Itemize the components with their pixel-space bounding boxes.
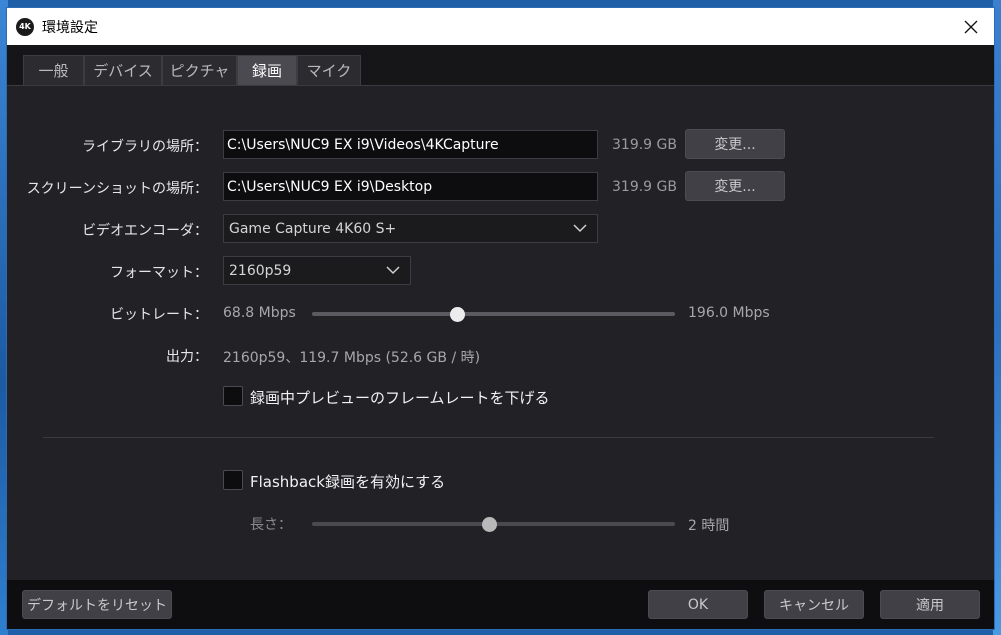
screenshot-change-button[interactable]: 変更... [685, 171, 785, 201]
library-free-space: 319.9 GB [612, 137, 677, 153]
bitrate-slider-thumb[interactable] [449, 307, 465, 322]
tab-picture[interactable]: ピクチャ [162, 55, 237, 85]
output-label: 出力： [166, 349, 208, 365]
bitrate-min-value: 68.8 Mbps [223, 305, 296, 321]
cancel-button[interactable]: キャンセル [764, 590, 864, 619]
close-icon [964, 20, 978, 33]
reduce-preview-framerate-checkbox[interactable] [223, 386, 243, 406]
apply-button[interactable]: 適用 [880, 590, 980, 619]
video-encoder-value: Game Capture 4K60 S+ [229, 220, 397, 237]
tab-device[interactable]: デバイス [84, 55, 162, 85]
desktop-background-right [993, 0, 1001, 635]
close-button[interactable] [948, 8, 994, 45]
video-encoder-select[interactable]: Game Capture 4K60 S+ [223, 214, 598, 243]
flashback-checkbox[interactable] [223, 470, 243, 490]
reduce-preview-framerate-label[interactable]: 録画中プレビューのフレームレートを下げる [250, 387, 550, 408]
screenshot-free-space: 319.9 GB [612, 179, 677, 195]
format-value: 2160p59 [229, 262, 292, 279]
screenshot-location-label: スクリーンショットの場所： [26, 181, 208, 197]
video-encoder-label: ビデオエンコーダ： [82, 223, 208, 239]
chevron-down-icon [573, 224, 587, 233]
ok-button[interactable]: OK [648, 590, 748, 619]
flashback-label[interactable]: Flashback録画を有効にする [250, 471, 445, 492]
output-value: 2160p59、119.7 Mbps (52.6 GB / 時) [223, 350, 481, 366]
tab-general[interactable]: 一般 [23, 55, 84, 85]
library-location-label: ライブラリの場所： [82, 139, 208, 155]
format-label: フォーマット： [110, 265, 208, 281]
tab-microphone[interactable]: マイク [297, 55, 361, 85]
bitrate-slider-track[interactable] [312, 312, 675, 316]
section-divider [43, 437, 934, 438]
tab-bar: 一般 デバイス ピクチャ 録画 マイク [7, 45, 994, 86]
flashback-length-slider-thumb[interactable] [482, 517, 498, 532]
tab-divider [7, 85, 994, 86]
app-icon: 4K [16, 17, 34, 36]
format-select[interactable]: 2160p59 [223, 256, 411, 285]
title-bar: 4K 環境設定 [7, 8, 994, 45]
library-path-field[interactable]: C:\Users\NUC9 EX i9\Videos\4KCapture [223, 130, 598, 159]
flashback-length-value: 2 時間 [688, 518, 730, 534]
dialog-footer: デフォルトをリセット OK キャンセル 適用 [7, 580, 994, 629]
chevron-down-icon [386, 266, 400, 275]
tab-recording[interactable]: 録画 [237, 55, 297, 85]
window-title: 環境設定 [42, 19, 98, 36]
bitrate-label: ビットレート： [110, 307, 208, 323]
preferences-dialog: 4K 環境設定 一般 デバイス ピクチャ 録画 マイク ライブラリの場所： C:… [7, 8, 994, 629]
library-change-button[interactable]: 変更... [685, 129, 785, 159]
screenshot-path-field[interactable]: C:\Users\NUC9 EX i9\Desktop [223, 172, 598, 201]
reset-defaults-button[interactable]: デフォルトをリセット [22, 590, 172, 619]
bitrate-max-value: 196.0 Mbps [688, 305, 770, 321]
flashback-length-label: 長さ： [250, 517, 292, 533]
